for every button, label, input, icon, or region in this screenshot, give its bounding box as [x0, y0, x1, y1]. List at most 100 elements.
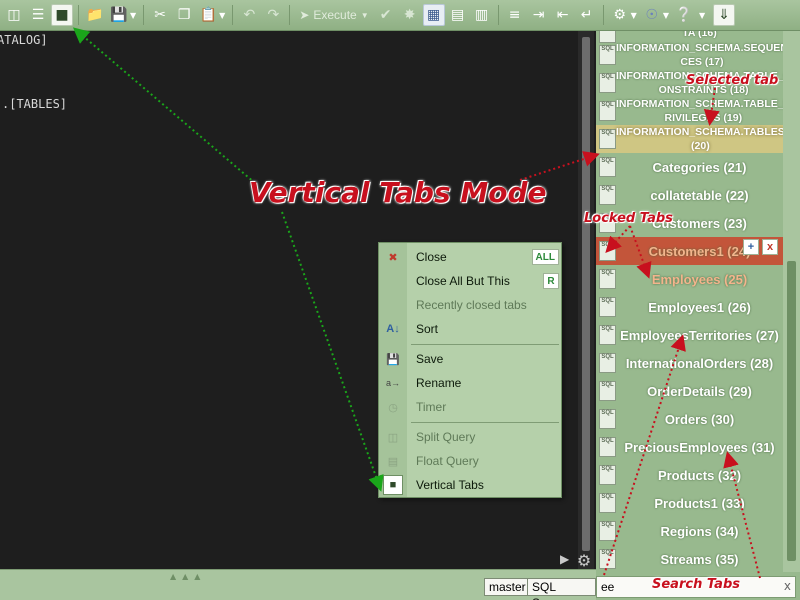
menu-item-save[interactable]: 💾 Save — [379, 347, 561, 371]
align-icon[interactable]: ≡ — [504, 4, 526, 26]
vertical-tab[interactable]: SQLTA (16) — [596, 31, 783, 43]
chevron-down-icon[interactable]: ▼ — [699, 11, 705, 20]
vertical-tabs-panel: SQLTA (16)SQLINFORMATION_SCHEMA.SEQUENCE… — [596, 31, 800, 600]
vertical-tab[interactable]: SQL Employees (25) — [596, 265, 783, 293]
vertical-tab-label-line: RIVILEGES (19) — [664, 112, 743, 124]
annotation-selected-tab: Selected tab — [686, 73, 779, 88]
menu-separator — [411, 422, 559, 423]
vertical-tab-label: Categories (21) — [652, 159, 747, 175]
grid-icon[interactable]: ▦ — [422, 4, 445, 26]
menu-item-recently-closed[interactable]: Recently closed tabs — [379, 293, 561, 317]
vertical-tab[interactable]: SQL Products (32) — [596, 461, 783, 489]
chevron-down-icon[interactable]: ▼ — [663, 11, 669, 20]
menu-item-label: Split Query — [416, 430, 476, 444]
menu-item-split-query[interactable]: ◫ Split Query — [379, 425, 561, 449]
word-wrap-icon[interactable]: ↵ — [576, 4, 598, 26]
vertical-tab[interactable]: SQL InternationalOrders (28) — [596, 349, 783, 377]
menu-item-close-all-but-this[interactable]: Close All But This R — [379, 269, 561, 293]
vertical-tab[interactable]: SQL INFORMATION_SCHEMA.SEQUEN CES (17) — [596, 41, 783, 69]
split-icon: ◫ — [387, 431, 399, 444]
close-tab-button[interactable]: x — [762, 239, 778, 255]
vertical-tab-locked[interactable]: SQL Customers1 (24) + x — [596, 237, 783, 265]
save-icon[interactable]: 💾 — [108, 4, 130, 26]
vertical-tab[interactable]: SQL PreciousEmployees (31) — [596, 433, 783, 461]
float-icon: ▤ — [387, 455, 399, 468]
add-tab-button[interactable]: + — [743, 239, 759, 255]
toolbar-separator — [143, 5, 145, 25]
vertical-tab[interactable]: SQL INFORMATION_SCHEMA.TABLE_P RIVILEGES (… — [596, 97, 783, 125]
file-results-icon[interactable]: ▥ — [471, 4, 493, 26]
menu-item-close[interactable]: ✖ Close ALL — [379, 245, 561, 269]
menu-item-rename[interactable]: a→ Rename — [379, 371, 561, 395]
help-icon[interactable]: ❔ — [673, 4, 695, 26]
vertical-tab[interactable]: SQL Orders (30) — [596, 405, 783, 433]
sql-file-icon: SQL — [599, 381, 616, 401]
undo-icon[interactable]: ↶ — [238, 4, 260, 26]
tabs-scrollbar[interactable] — [783, 31, 800, 572]
vertical-tab-label: Orders (30) — [664, 411, 735, 427]
menu-item-vertical-tabs[interactable]: ■ Vertical Tabs — [379, 473, 561, 497]
vertical-tabs-icon: ■ — [383, 475, 403, 495]
copy-icon[interactable]: ❐ — [173, 4, 195, 26]
editor-scrollbar-thumb[interactable] — [582, 37, 590, 551]
chevron-down-icon[interactable]: ▼ — [631, 11, 637, 20]
menu-item-label: Vertical Tabs — [416, 478, 484, 492]
gear-icon[interactable]: ⚙ — [574, 550, 594, 570]
splitter-grip-icon[interactable]: ▲▲▲ — [170, 572, 206, 581]
vertical-tab-label: OrderDetails (29) — [647, 383, 752, 399]
execute-button[interactable]: ➤ Execute ▼ — [295, 4, 372, 26]
chevron-down-icon[interactable]: ▼ — [130, 11, 136, 20]
vertical-tab-label: INFORMATION_SCHEMA.TABLE_P RIVILEGES (19) — [616, 97, 783, 125]
chevron-right-icon[interactable]: ▶ — [560, 552, 569, 566]
vertical-tabs-icon[interactable]: ■ — [51, 4, 73, 26]
vertical-tab[interactable]: SQL Regions (34) — [596, 517, 783, 545]
sql-file-icon: SQL — [599, 521, 616, 541]
sort-az-icon: A↓ — [386, 323, 400, 335]
open-folder-icon[interactable]: 📁 — [84, 4, 106, 26]
paste-icon[interactable]: 📋 — [197, 4, 219, 26]
indent-icon[interactable]: ⇥ — [528, 4, 550, 26]
sql-file-icon: SQL — [599, 493, 616, 513]
menu-item-label: Sort — [416, 322, 439, 336]
settings-icon[interactable]: ⚙ — [609, 4, 631, 26]
outdent-icon[interactable]: ⇤ — [552, 4, 574, 26]
menu-item-timer[interactable]: ◷ Timer — [379, 395, 561, 419]
check-icon[interactable]: ✔ — [375, 4, 397, 26]
text-results-icon[interactable]: ▤ — [447, 4, 469, 26]
vertical-tab-label: EmployeesTerritories (27) — [620, 327, 779, 343]
expand-icon[interactable]: ⇓ — [713, 4, 736, 26]
sql-file-icon: SQL — [599, 549, 616, 569]
sql-file-icon: SQL — [599, 157, 616, 177]
rows-icon[interactable]: ☰ — [27, 4, 49, 26]
vertical-tab[interactable]: SQL Products1 (33) — [596, 489, 783, 517]
database-name[interactable]: master — [484, 578, 531, 596]
close-icon[interactable]: x — [784, 579, 791, 593]
vertical-tab[interactable]: SQL Categories (21) — [596, 153, 783, 181]
vertical-tab[interactable]: SQL EmployeesTerritories (27) — [596, 321, 783, 349]
layout-icon[interactable]: ◫ — [3, 4, 25, 26]
vertical-tab-label: Streams (35) — [660, 551, 739, 567]
rename-icon: a→ — [385, 378, 400, 388]
vertical-tab[interactable]: SQL Employees1 (26) — [596, 293, 783, 321]
chevron-down-icon[interactable]: ▼ — [219, 11, 225, 20]
toolbar-separator — [78, 5, 79, 25]
vertical-tab-label: INFORMATION_SCHEMA.SEQUEN CES (17) — [616, 41, 783, 69]
sql-file-icon: SQL — [599, 297, 616, 317]
server-type[interactable]: SQL Server — [527, 578, 596, 600]
vertical-tab[interactable]: SQL OrderDetails (29) — [596, 377, 783, 405]
menu-item-float-query[interactable]: ▤ Float Query — [379, 449, 561, 473]
menu-item-sort[interactable]: A↓ Sort — [379, 317, 561, 341]
stop-icon[interactable]: ✸ — [399, 4, 421, 26]
vertical-tab[interactable]: SQL Streams (35) — [596, 545, 783, 572]
sql-file-icon: SQL — [599, 185, 616, 205]
vertical-tab-label: InternationalOrders (28) — [625, 355, 774, 371]
vertical-tab[interactable]: SQL collatetable (22) — [596, 181, 783, 209]
blank-icon — [385, 297, 401, 313]
cut-icon[interactable]: ✂ — [149, 4, 171, 26]
tabs-scrollbar-thumb[interactable] — [787, 261, 796, 561]
connection-icon[interactable]: ☉ — [641, 4, 663, 26]
vertical-tab-label-line: INFORMATION_SCHEMA.SEQUEN — [616, 42, 783, 54]
vertical-tab-selected[interactable]: SQL INFORMATION_SCHEMA.TABLES (20) — [596, 125, 783, 153]
redo-icon[interactable]: ↷ — [262, 4, 284, 26]
editor-scrollbar[interactable] — [578, 31, 594, 569]
